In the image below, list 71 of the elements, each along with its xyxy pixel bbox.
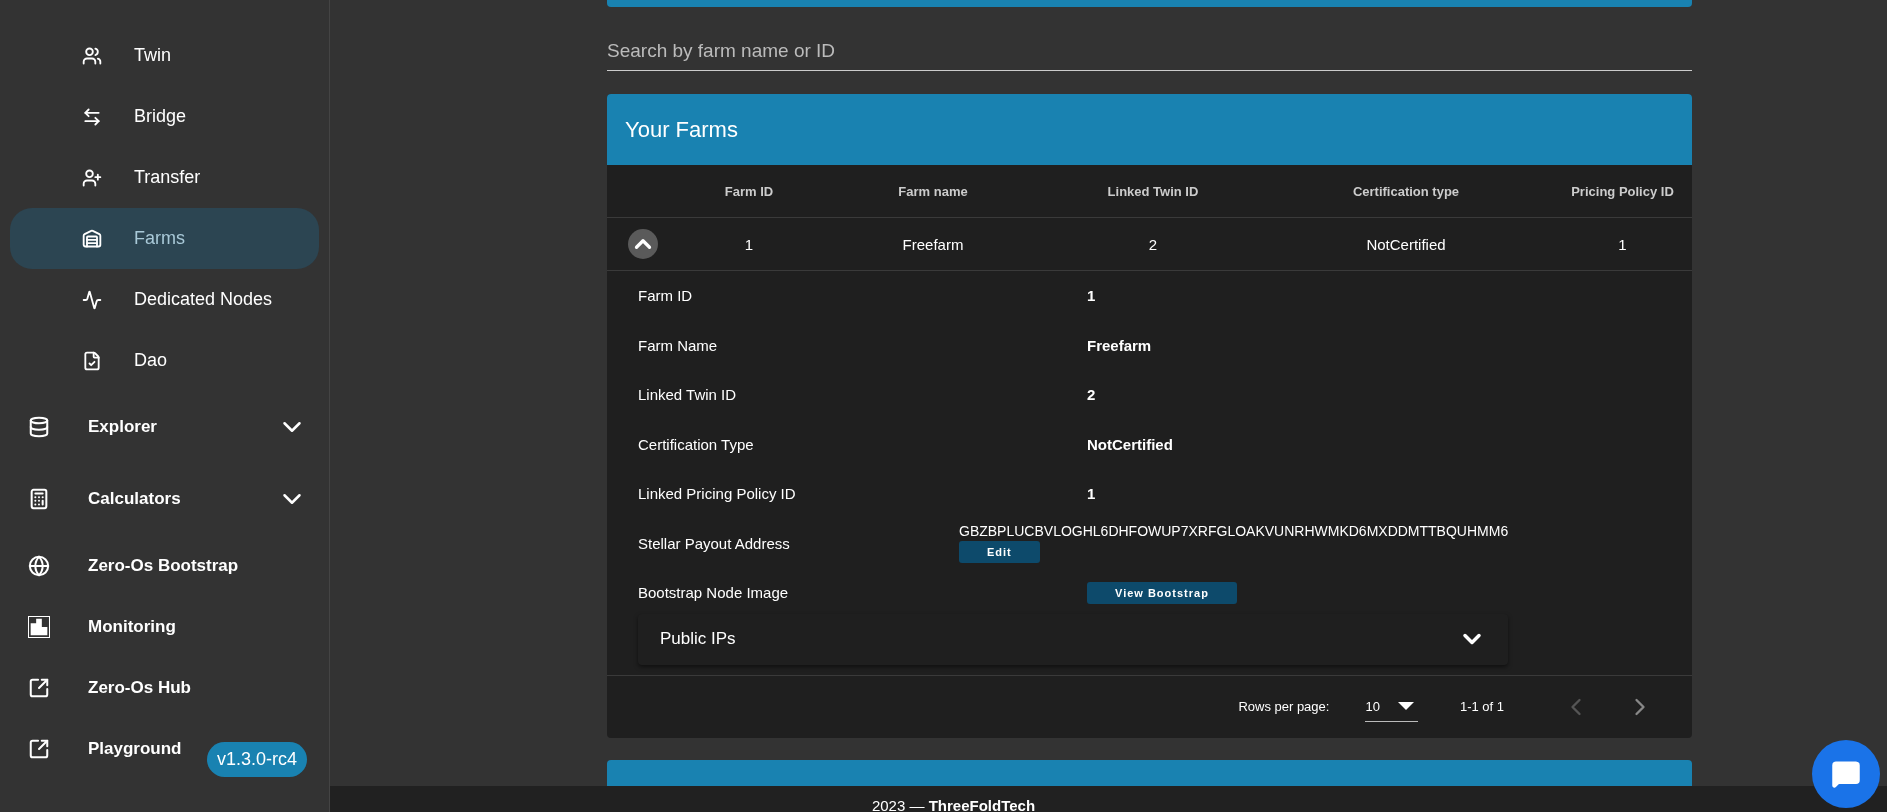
sidebar-item[interactable]: Zero-Os Hub — [10, 657, 211, 718]
file-check-icon — [82, 350, 102, 371]
detail-label: Certification Type — [638, 435, 755, 453]
detail-value: 1 — [1086, 485, 1097, 503]
version-badge: v1.3.0-rc4 — [207, 742, 308, 777]
column-header: Certification type — [1351, 183, 1461, 199]
table-cell-text: 1 — [743, 235, 755, 253]
sidebar-item[interactable]: Monitoring — [10, 596, 196, 657]
table-cell-text: 2 — [1147, 235, 1159, 253]
sidebar-label: Transfer — [134, 167, 201, 188]
column-header: Pricing Policy ID — [1570, 183, 1675, 199]
sidebar-item[interactable]: Dedicated Nodes — [10, 269, 293, 330]
detail-label: Bootstrap Node Image — [638, 584, 790, 602]
chat-icon — [1831, 759, 1861, 789]
caret-icon — [1397, 702, 1414, 710]
panel-title: Public IPs — [660, 629, 736, 649]
card-title: Your Farms — [607, 94, 1692, 165]
column-header: Farm ID — [723, 183, 775, 199]
detail-label: Farm Name — [638, 336, 719, 354]
sidebar-label: Dao — [134, 350, 168, 371]
sidebar-label: Dedicated Nodes — [134, 289, 273, 310]
column-header: Farm name — [897, 183, 969, 199]
sidebar-label: Calculators — [88, 489, 182, 509]
detail-value: 1 — [1086, 287, 1097, 305]
view-bootstrap-button[interactable]: View Bootstrap — [1087, 581, 1237, 604]
sidebar-label: Bridge — [134, 106, 187, 127]
detail-label: Linked Twin ID — [638, 386, 738, 404]
sidebar-item[interactable]: Playground — [10, 718, 202, 779]
database-icon — [28, 416, 50, 438]
external-link-icon — [28, 737, 50, 760]
table-cell-text: 1 — [1617, 235, 1628, 253]
sidebar-item[interactable]: Calculators — [10, 463, 319, 535]
users-icon — [82, 45, 102, 66]
sidebar-label: Monitoring — [88, 616, 176, 637]
detail-label: Farm ID — [638, 287, 694, 305]
expand-button[interactable] — [628, 229, 658, 259]
edit-button[interactable]: Edit — [959, 541, 1040, 564]
sidebar-item[interactable]: Zero-Os Bootstrap — [10, 535, 259, 596]
detail-label: Linked Pricing Policy ID — [638, 485, 797, 503]
sidebar-item[interactable]: Transfer — [10, 147, 221, 208]
detail-value: 2 — [1086, 386, 1097, 404]
sidebar-label: Explorer — [88, 417, 158, 437]
table-cell-text: Freefarm — [901, 235, 965, 253]
globe-icon — [28, 554, 50, 577]
sidebar-label: Farms — [134, 228, 186, 249]
sidebar-label: Twin — [134, 45, 171, 66]
user-arrow-icon — [82, 167, 102, 188]
payout-address: GBZBPLUCBVLOGHL6DHFOWUP7XRFGLOAKVUNRHWMKD6MXDDMTTBQUHMM6 — [959, 523, 1509, 540]
sidebar-item[interactable]: Dao — [10, 330, 188, 391]
column-header: Linked Twin ID — [1106, 183, 1200, 199]
footer-text: 2023 — ThreeFoldTech — [871, 797, 1036, 812]
sidebar-item[interactable]: Bridge — [10, 86, 207, 147]
sidebar-label: Playground — [88, 738, 182, 759]
swap-arrows-icon — [82, 106, 102, 127]
rows-per-page-select[interactable]: 10 — [1365, 691, 1418, 722]
sidebar-label: Zero-Os Bootstrap — [88, 555, 239, 576]
sidebar-item[interactable]: Farms — [10, 208, 319, 269]
search-field[interactable]: Search by farm name or ID — [607, 32, 1692, 71]
sidebar-item[interactable]: Twin — [10, 25, 191, 86]
rows-per-page-label: Rows per page: — [1238, 699, 1330, 714]
public-ips-panel[interactable]: Public IPs — [638, 613, 1508, 665]
sidebar-label: Zero-Os Hub — [88, 677, 191, 698]
external-link-icon — [28, 676, 50, 699]
sidebar-item[interactable]: Explorer — [10, 391, 319, 463]
calculator-icon — [28, 488, 50, 510]
detail-value: Freefarm — [1086, 336, 1153, 354]
detail-label: Stellar Payout Address — [638, 534, 791, 552]
page-range: 1-1 of 1 — [1459, 699, 1504, 714]
table-cell-text: NotCertified — [1365, 235, 1447, 253]
detail-value: NotCertified — [1086, 435, 1174, 453]
pulse-icon — [82, 289, 102, 310]
